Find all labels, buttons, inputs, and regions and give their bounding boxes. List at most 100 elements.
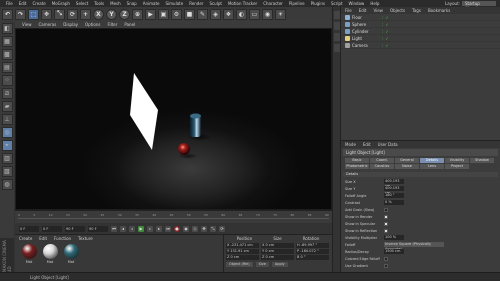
polygons-mode-icon[interactable]: ▰ bbox=[1, 101, 13, 112]
menu-item-animate[interactable]: Animate bbox=[143, 1, 160, 6]
viewport-menu-panel[interactable]: Panel bbox=[124, 22, 135, 27]
object-row-cylinder[interactable]: Cylinder: ✓ bbox=[341, 28, 500, 35]
om-menu-objects[interactable]: Objects bbox=[390, 8, 405, 13]
menu-item-script[interactable]: Script bbox=[331, 1, 343, 6]
layout-selector[interactable]: Layout: Startup (User) bbox=[445, 1, 496, 11]
model-mode-icon[interactable]: ▦ bbox=[1, 36, 13, 47]
menu-item-window[interactable]: Window bbox=[349, 1, 365, 6]
menu-item-character[interactable]: Character bbox=[263, 1, 283, 6]
previous-frame-icon[interactable]: ◃ bbox=[129, 225, 135, 232]
tab-basic[interactable]: Basic bbox=[345, 158, 369, 163]
coordinate-system-icon[interactable]: ⊕ bbox=[132, 8, 143, 20]
tab-caustics[interactable]: Caustics bbox=[370, 164, 394, 169]
tab-general[interactable]: General bbox=[395, 158, 419, 163]
texture-mode-icon[interactable]: ▩ bbox=[1, 49, 13, 60]
camera-icon[interactable]: ◉ bbox=[262, 8, 273, 20]
axis-y-button[interactable]: Y bbox=[106, 8, 117, 20]
floor-icon[interactable]: ▭ bbox=[249, 8, 260, 20]
attribute-checkbox[interactable] bbox=[384, 221, 388, 226]
attribute-checkbox[interactable] bbox=[384, 214, 388, 219]
rot-h-field[interactable]: H -69.997 ° bbox=[296, 243, 329, 248]
recent-tools-icon[interactable]: + bbox=[80, 8, 91, 20]
menu-item-mesh[interactable]: Mesh bbox=[110, 1, 121, 6]
material-menu-edit[interactable]: Edit bbox=[39, 236, 47, 241]
tab-visibility[interactable]: Visibility bbox=[445, 158, 469, 163]
menu-item-motion-tracker[interactable]: Motion Tracker bbox=[228, 1, 257, 6]
visibility-dot-icon[interactable]: : bbox=[382, 22, 383, 27]
viewport-menu-view[interactable]: View bbox=[22, 22, 32, 27]
menu-item-render[interactable]: Render bbox=[189, 1, 203, 6]
preview-end-field[interactable]: 90 F bbox=[88, 225, 108, 232]
attribute-value-field[interactable]: Inverse Square (Physically Accurate) bbox=[384, 242, 444, 251]
go-to-start-icon[interactable]: ⏮ bbox=[111, 225, 117, 232]
menu-item-select[interactable]: Select bbox=[76, 1, 88, 6]
locked-workplane-icon[interactable]: ▥ bbox=[1, 153, 13, 164]
attribute-checkbox[interactable] bbox=[384, 228, 388, 233]
attribute-value-field[interactable]: 100 % bbox=[384, 235, 404, 240]
rotate-icon[interactable]: ⟳ bbox=[67, 8, 78, 20]
material-swatch[interactable]: Mat bbox=[42, 244, 58, 264]
enabled-check-icon[interactable]: ✓ bbox=[385, 22, 388, 27]
visibility-dot-icon[interactable]: : bbox=[382, 36, 383, 41]
tab-shadow[interactable]: Shadow bbox=[470, 158, 494, 163]
pos-z-field[interactable]: Z 0 cm bbox=[226, 255, 259, 260]
visibility-dot-icon[interactable]: : bbox=[382, 29, 383, 34]
menu-item-sculpt[interactable]: Sculpt bbox=[209, 1, 222, 6]
record-icon[interactable]: ● bbox=[174, 225, 180, 232]
make-editable-icon[interactable]: ◧ bbox=[1, 23, 13, 34]
tab-project[interactable]: Project bbox=[445, 164, 469, 169]
menu-item-create[interactable]: Create bbox=[32, 1, 45, 6]
light-icon[interactable]: ☀ bbox=[275, 8, 286, 20]
enabled-check-icon[interactable]: ✓ bbox=[385, 36, 388, 41]
planar-workplane-icon[interactable]: ▧ bbox=[1, 166, 13, 177]
content-browser-tab[interactable] bbox=[333, 22, 340, 30]
objects-tab[interactable] bbox=[333, 11, 340, 19]
edges-mode-icon[interactable]: ⧄ bbox=[1, 88, 13, 99]
array-icon[interactable]: ❖ bbox=[223, 8, 234, 20]
autokey-icon[interactable]: ◉ bbox=[183, 225, 189, 232]
position-key-icon[interactable]: ✥ bbox=[201, 225, 207, 232]
pos-x-field[interactable]: X -231.471 cm bbox=[226, 243, 259, 248]
solo-icon[interactable]: ◍ bbox=[1, 179, 13, 190]
material-swatch[interactable]: Mat bbox=[21, 244, 37, 264]
object-row-sphere[interactable]: Sphere: ✓ bbox=[341, 21, 500, 28]
om-menu-edit[interactable]: Edit bbox=[359, 8, 367, 13]
material-menu-function[interactable]: Function bbox=[54, 236, 71, 241]
enabled-check-icon[interactable]: ✓ bbox=[385, 29, 388, 34]
timeline-ruler[interactable]: 0 5 10 15 20 25 30 35 40 45 50 55 60 65 70 75 80 85 90 bbox=[18, 213, 329, 219]
current-frame-field[interactable]: 0 F bbox=[42, 225, 62, 232]
menu-item-snap[interactable]: Snap bbox=[127, 1, 137, 6]
menu-item-plugins[interactable]: Plugins bbox=[311, 1, 325, 6]
scale-key-icon[interactable]: ⤡ bbox=[210, 225, 216, 232]
viewport-menu-filter[interactable]: Filter bbox=[107, 22, 117, 27]
viewport-menu-options[interactable]: Options bbox=[85, 22, 100, 27]
attribute-checkbox[interactable] bbox=[384, 207, 388, 212]
visibility-dot-icon[interactable]: : bbox=[382, 43, 383, 48]
redo-icon[interactable]: ↷ bbox=[15, 8, 26, 20]
start-frame-field[interactable]: 0 F bbox=[19, 225, 39, 232]
tab-noise[interactable]: Noise bbox=[395, 164, 419, 169]
object-row-floor[interactable]: Floor: ✓ bbox=[341, 14, 500, 21]
attribute-value-field[interactable]: 1500 cm bbox=[384, 249, 404, 254]
material-menu-texture[interactable]: Texture bbox=[78, 236, 93, 241]
timeline[interactable]: 0 5 10 15 20 25 30 35 40 45 50 55 60 65 70 75 80 85 90 bbox=[15, 210, 332, 223]
rotation-key-icon[interactable]: ⟳ bbox=[219, 225, 225, 232]
size-z-field[interactable]: Z 0 cm bbox=[261, 255, 294, 260]
enabled-check-icon[interactable]: ✓ bbox=[385, 15, 388, 20]
next-frame-icon[interactable]: ▹ bbox=[147, 225, 153, 232]
go-to-end-icon[interactable]: ⏭ bbox=[165, 225, 171, 232]
om-menu-view[interactable]: View bbox=[373, 8, 383, 13]
am-menu-mode[interactable]: Mode bbox=[345, 142, 356, 147]
menu-item-tools[interactable]: Tools bbox=[94, 1, 104, 6]
attribute-value-field[interactable]: 180 ° bbox=[384, 193, 404, 198]
tweak-mode-icon[interactable]: ◎ bbox=[1, 127, 13, 138]
object-row-camera[interactable]: Camera: ✓ bbox=[341, 42, 500, 49]
pos-y-field[interactable]: Y 131.91 cm bbox=[226, 249, 259, 254]
previous-key-icon[interactable]: ◂ bbox=[120, 225, 126, 232]
render-view-icon[interactable]: ▶ bbox=[145, 8, 156, 20]
render-picture-viewer-icon[interactable]: ▣ bbox=[158, 8, 169, 20]
3d-viewport[interactable] bbox=[15, 28, 332, 210]
menu-item-pipeline[interactable]: Pipeline bbox=[289, 1, 305, 6]
snap-icon[interactable]: ⌖ bbox=[1, 140, 13, 151]
am-menu-user-data[interactable]: User Data bbox=[378, 142, 398, 147]
